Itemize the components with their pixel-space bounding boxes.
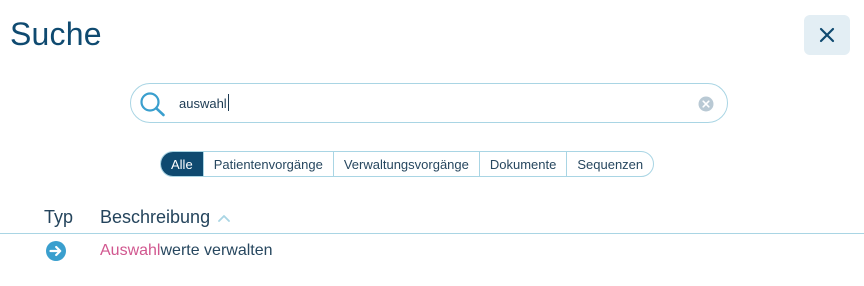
search-icon	[140, 92, 165, 117]
filter-tab-patientenvorgaenge[interactable]: Patientenvorgänge	[202, 152, 333, 176]
page-title: Suche	[10, 16, 102, 52]
filter-tab-dokumente[interactable]: Dokumente	[478, 152, 566, 176]
column-header-beschreibung[interactable]: Beschreibung	[100, 207, 230, 228]
close-icon	[819, 27, 835, 43]
filter-tab-alle[interactable]: Alle	[161, 152, 203, 176]
search-match-highlight: Auswahl	[100, 242, 161, 259]
search-input[interactable]	[179, 93, 679, 113]
result-label-rest: werte verwalten	[160, 242, 273, 259]
text-cursor	[227, 94, 229, 111]
column-header-typ: Typ	[44, 207, 74, 227]
close-button[interactable]	[804, 15, 850, 55]
clear-search-icon[interactable]	[698, 96, 714, 112]
search-box	[130, 83, 728, 123]
filter-tab-verwaltungsvorgaenge[interactable]: Verwaltungsvorgänge	[332, 152, 479, 176]
filter-tab-sequenzen[interactable]: Sequenzen	[566, 152, 653, 176]
table-header-divider	[0, 233, 864, 234]
result-row-label[interactable]: Auswahlwerte verwalten	[100, 242, 273, 260]
arrow-right-circle-icon	[46, 241, 66, 261]
sort-ascending-icon[interactable]	[218, 214, 230, 222]
column-header-beschreibung-label: Beschreibung	[100, 207, 211, 227]
filter-segmented-control: Alle Patientenvorgänge Verwaltungsvorgän…	[160, 151, 655, 177]
